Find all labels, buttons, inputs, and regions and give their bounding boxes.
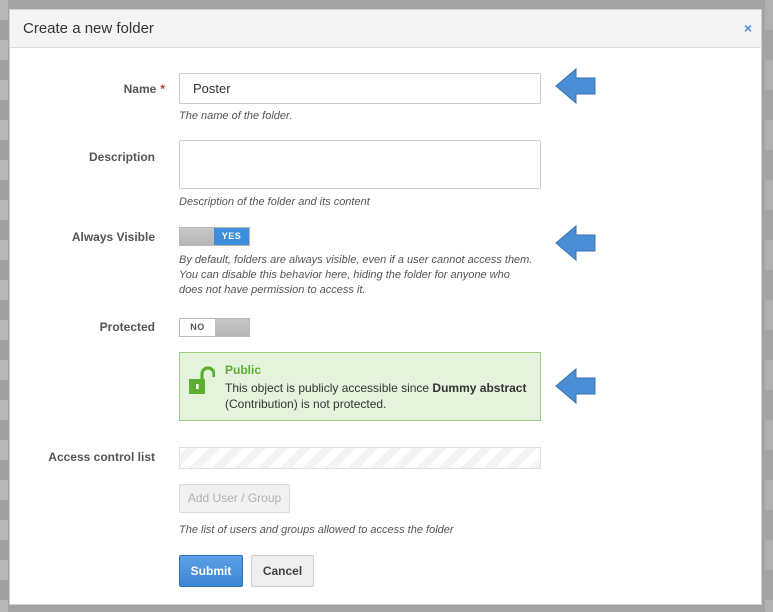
protected-label: Protected (99, 320, 155, 334)
add-user-group-button[interactable]: Add User / Group (179, 484, 290, 513)
toggle-knob (180, 228, 214, 245)
protection-notice: Public This object is publicly accessibl… (179, 352, 541, 421)
backdrop-right-edge (765, 0, 773, 612)
description-help: Description of the folder and its conten… (179, 196, 370, 208)
name-input[interactable]: Poster (179, 73, 541, 104)
always-visible-help: By default, folders are always visible, … (179, 254, 533, 296)
name-label: Name * (124, 82, 165, 96)
protected-toggle[interactable]: NO (179, 318, 250, 337)
cancel-button[interactable]: Cancel (251, 555, 314, 587)
arrow-left-icon (555, 67, 597, 110)
description-textarea[interactable] (179, 140, 541, 189)
toggle-off-label: NO (180, 319, 215, 336)
name-help: The name of the folder. (179, 110, 293, 122)
always-visible-toggle[interactable]: YES (179, 227, 250, 246)
dialog-title: Create a new folder (23, 20, 154, 37)
close-icon[interactable]: × (744, 20, 752, 36)
acl-list (179, 447, 541, 469)
submit-button[interactable]: Submit (179, 555, 243, 587)
required-mark: * (160, 82, 165, 96)
arrow-left-icon (555, 367, 597, 410)
notice-text-before: This object is publicly accessible since (225, 381, 433, 395)
notice-event-name: Dummy abstract (432, 381, 527, 395)
backdrop-left-edge (0, 0, 8, 612)
arrow-left-icon (555, 224, 597, 267)
unlock-icon (189, 366, 216, 401)
create-folder-dialog: Create a new folder × Name * Poster The n… (9, 9, 762, 605)
acl-help: The list of users and groups allowed to … (179, 524, 454, 536)
description-label: Description (88, 150, 155, 164)
notice-text-after: (Contribution) is not protected. (225, 397, 387, 411)
always-visible-label: Always Visible (71, 230, 155, 244)
dialog-header: Create a new folder × (10, 10, 761, 48)
acl-label: Access control list (48, 450, 155, 464)
name-label-text: Name (123, 82, 157, 96)
toggle-on-label: YES (214, 228, 249, 245)
toggle-knob (215, 319, 249, 336)
notice-text: This object is publicly accessible since… (225, 380, 533, 412)
notice-title: Public (225, 363, 262, 377)
